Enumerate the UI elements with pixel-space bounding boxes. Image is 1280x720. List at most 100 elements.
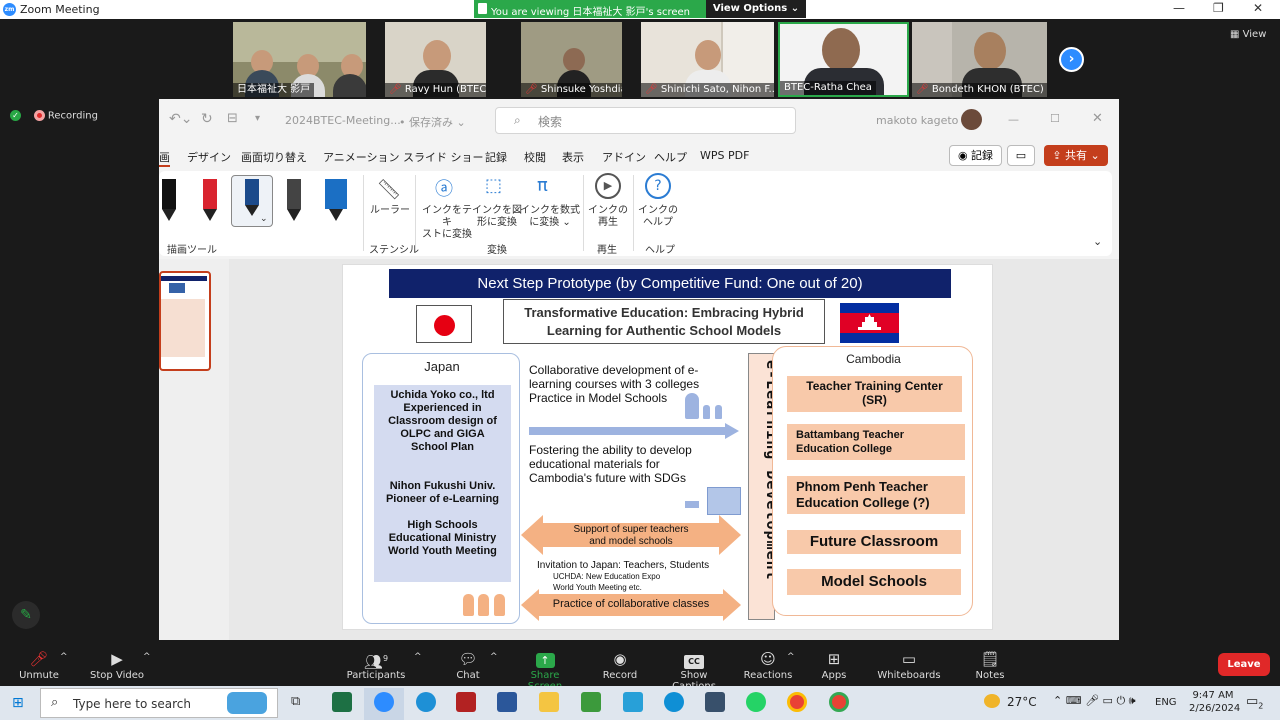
slide[interactable]: Next Step Prototype (by Competitive Fund… [342,264,993,630]
item-line: Education College [796,443,892,455]
recording-indicator[interactable]: ✓ Recording [10,110,98,122]
unmute-button[interactable]: 🎤︎ Unmute [18,650,60,681]
stop-video-button[interactable]: ▶︎ Stop Video [88,650,146,681]
ink-to-text-button[interactable]: インクをテキ ストに変換 [419,205,475,241]
participant-video[interactable]: 🎤︎ Shinsuke Yoshdia [521,22,622,97]
ink-help-button[interactable]: インクの ヘルプ [637,205,679,229]
presentation-icon[interactable]: ⊟ [227,111,238,126]
apps-button[interactable]: ⊞ Apps [816,650,852,681]
red-pen-icon[interactable] [203,179,217,209]
undo-icon[interactable]: ↶⌄ [169,111,192,127]
participants-options-chevron-icon[interactable]: ^ [414,652,422,662]
leave-button[interactable]: Leave [1218,653,1270,676]
language-indicator[interactable]: ENG [1155,697,1177,708]
chat-button[interactable]: 💬︎ Chat [448,650,488,681]
participant-video[interactable]: 🎤︎ Shinichi Sato, Nihon F... [641,22,774,97]
ink-to-shape-icon[interactable]: ⬚ [485,175,502,196]
search-input[interactable]: ⌕ 検索 [495,107,796,134]
app-icon[interactable] [581,692,601,712]
notifications-icon[interactable]: ▭2 [1246,694,1263,711]
participant-video[interactable]: 日本福祉大 影戸 [233,22,366,97]
app-icon[interactable] [456,692,476,712]
chrome-icon[interactable] [787,692,807,712]
ink-to-shape-button[interactable]: インクを図 形に変換 [471,205,523,229]
chrome-icon[interactable] [829,692,849,712]
participant-video[interactable]: 🎤︎ Bondeth KHON (BTEC) [912,22,1047,97]
highlighter-icon[interactable] [325,179,347,209]
ruler-icon[interactable]: 📏︎ [375,177,403,203]
reactions-options-chevron-icon[interactable]: ^ [787,652,795,662]
app-icon[interactable] [705,692,725,712]
share-button-label: 共有 [1065,149,1087,162]
taskbar-search-input[interactable]: ⌕ Type here to search [40,688,278,718]
avatar[interactable] [961,109,982,130]
japan-flag-icon [416,305,472,343]
edge-icon[interactable] [664,692,684,712]
whatsapp-icon[interactable] [746,692,766,712]
share-button[interactable]: ⇪ 共有 ⌄ [1044,145,1108,166]
tab-slideshow[interactable]: スライド ショー [403,149,484,165]
video-options-chevron-icon[interactable]: ^ [143,652,151,662]
annotate-pencil-icon[interactable]: ✎ [12,601,40,629]
tab-review[interactable]: 校閲 [524,149,546,165]
participant-video[interactable]: 🎤︎ Ravy Hun (BTEC) [385,22,486,97]
tab-draw[interactable]: 画 [159,149,170,167]
tab-view[interactable]: 表示 [562,149,584,165]
record-button[interactable]: ◉ 記録 [949,145,1002,166]
ink-replay-icon[interactable]: ▶ [595,173,621,199]
tab-animations[interactable]: アニメーション [323,149,400,165]
excel-icon[interactable] [332,692,352,712]
notes-button[interactable]: 🗒︎ Notes [972,650,1008,681]
ink-to-math-icon[interactable]: π [537,175,548,196]
reactions-button[interactable]: ☺︎ Reactions [743,650,793,681]
weather-icon[interactable] [984,694,1000,708]
minimize-icon[interactable]: — [1008,113,1019,126]
ink-to-text-icon[interactable]: ⓐ [435,175,453,201]
selected-blue-pen-button[interactable]: ⌄ [231,175,273,227]
tab-design[interactable]: デザイン [187,149,231,165]
tab-help[interactable]: ヘルプ [654,149,687,165]
word-icon[interactable] [497,692,517,712]
tab-record[interactable]: 記録 [485,149,507,165]
clock[interactable]: 9:47 AM 2/26/2024 [1189,689,1240,715]
pencil-icon[interactable] [287,179,301,209]
chat-options-chevron-icon[interactable]: ^ [490,652,498,662]
view-options-button[interactable]: View Options ⌄ [706,0,806,18]
telegram-icon[interactable] [623,692,643,712]
slide-thumbnail[interactable] [159,271,211,371]
black-pen-icon[interactable] [162,179,176,209]
next-participants-arrow-icon[interactable]: › [1059,47,1084,72]
tab-transitions[interactable]: 画面切り替え [241,149,307,165]
comment-button[interactable]: ▭ [1007,145,1035,166]
tray-icons[interactable]: ⌃ ⌨ 🎤︎ ▭ ⏻ 🕪︎ [1053,694,1136,708]
close-icon[interactable]: ✕ [1253,1,1263,15]
close-icon[interactable]: ✕ [1092,111,1103,126]
view-button[interactable]: ▦ View [1230,29,1266,40]
whiteboards-button[interactable]: ▭ Whiteboards [876,650,942,681]
zoom-app-icon[interactable] [374,692,394,712]
item-line: Phnom Penh Teacher [796,479,928,494]
tab-wps-pdf[interactable]: WPS PDF [700,149,749,162]
task-view-icon[interactable]: ⧉ [291,694,300,709]
weather-temperature[interactable]: 27°C [1007,695,1037,709]
record-meeting-button[interactable]: ◉ Record [598,650,642,681]
save-status[interactable]: • 保存済み ⌄ [399,114,466,130]
collapse-ribbon-chevron-icon[interactable]: ⌄ [1093,235,1102,248]
maximize-icon[interactable]: ☐ [1050,112,1060,125]
browser-icon[interactable] [416,692,436,712]
ruler-label[interactable]: ルーラー [366,205,414,217]
restore-icon[interactable]: ❐ [1213,1,1224,15]
slide-title: Next Step Prototype (by Competitive Fund… [389,269,951,298]
participants-button[interactable]: 👥︎9 Participants [346,650,406,681]
windows-start-icon[interactable]: ⊞ [12,695,24,711]
audio-options-chevron-icon[interactable]: ^ [60,652,68,662]
ink-to-math-button[interactable]: インクを数式 に変換 ⌄ [519,205,581,229]
customize-toolbar-icon[interactable]: ▾ [255,113,260,124]
tab-addins[interactable]: アドイン [602,149,646,165]
file-explorer-icon[interactable] [539,692,559,712]
ink-replay-button[interactable]: インクの 再生 [587,205,629,229]
participant-video-active-speaker[interactable]: BTEC-Ratha Chea [778,22,909,97]
minimize-icon[interactable]: — [1173,1,1185,15]
redo-icon[interactable]: ↻ [201,111,213,127]
help-icon[interactable]: ? [645,173,671,199]
